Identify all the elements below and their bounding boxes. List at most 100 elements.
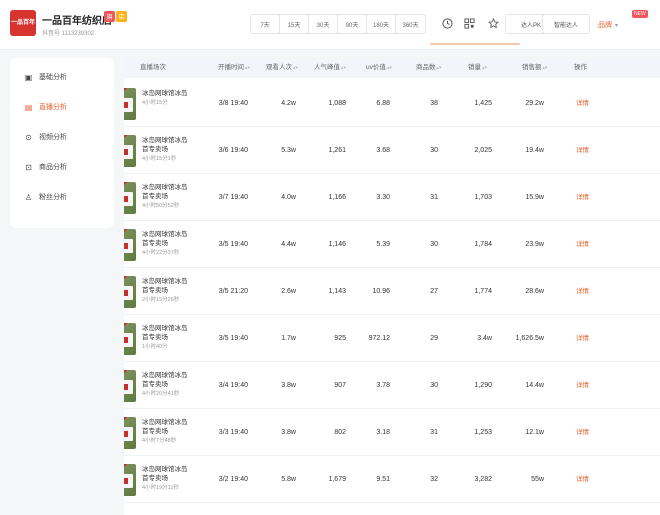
- range-7d-button[interactable]: 7天: [251, 15, 280, 33]
- live-title-cell[interactable]: 冰岛网球馆冰岛 4小时15分: [142, 89, 218, 108]
- live-title-cell[interactable]: 冰岛网球馆冰岛 首专卖场 2小时15分26秒: [142, 277, 218, 305]
- detail-link[interactable]: 详情: [576, 315, 589, 362]
- revenue-cell: 23.9w: [525, 241, 544, 248]
- sales-cell: 1,703: [474, 194, 492, 201]
- live-title-cell[interactable]: 冰岛网球馆冰岛 首专卖场 4小时20分41秒: [142, 371, 218, 399]
- popularity-cell: 1,679: [328, 476, 346, 483]
- popularity-cell: 907: [334, 382, 346, 389]
- sort-icon: ▴▾: [482, 65, 488, 71]
- live-title: 冰岛网球馆冰岛: [142, 466, 188, 473]
- col-title-header: 直播场次: [140, 64, 166, 71]
- table-row: 冰岛网球馆冰岛 首专卖场 4小时19分11秒 3/2 19:40 5.8w 1,679 9.…: [124, 456, 660, 503]
- active-indicator: [430, 43, 520, 45]
- sidebar-item-live-analysis[interactable]: ▤ 直播分析: [10, 96, 114, 118]
- range-90d-button[interactable]: 90天: [338, 15, 367, 33]
- sales-cell: 1,290: [474, 382, 492, 389]
- sidebar: ▣ 基础分析 ▤ 直播分析 ⊙ 视频分析 ⊡ 商品分析 ♙ 粉丝分析: [10, 58, 114, 228]
- revenue-cell: 55w: [531, 476, 544, 483]
- live-title-line2: 首专卖场: [142, 475, 168, 482]
- live-title-cell[interactable]: 冰岛网球馆冰岛 首专卖场 4小时15分1秒: [142, 136, 218, 164]
- revenue-cell: 15.9w: [525, 194, 544, 201]
- products-cell: 27: [430, 288, 438, 295]
- detail-link[interactable]: 详情: [576, 362, 589, 409]
- live-duration: 4小时50分52秒: [142, 203, 180, 209]
- col-uv-header[interactable]: uv价值▴▾: [366, 58, 392, 78]
- shop-logo[interactable]: 一品百年: [10, 10, 36, 36]
- sidebar-item-label: 视频分析: [39, 134, 67, 141]
- col-action-header: 操作: [574, 64, 587, 71]
- table-row: 冰岛网球馆冰岛 首专卖场 4小时7分48秒 3/3 19:40 3.8w 802 3.18 3…: [124, 409, 660, 456]
- detail-link[interactable]: 详情: [576, 409, 589, 456]
- revenue-cell: 29.2w: [525, 100, 544, 107]
- live-title-cell[interactable]: 冰岛网球馆冰岛 首专卖场 4小时19分11秒: [142, 465, 218, 493]
- live-title: 冰岛网球馆冰岛: [142, 231, 188, 238]
- start-time-cell: 3/5 21:20: [218, 288, 248, 295]
- start-time-cell: 3/5 19:40: [218, 241, 248, 248]
- dashboard-icon: ▣: [24, 72, 33, 82]
- flagship-badge: 旗: [104, 11, 115, 22]
- table-row: 冰岛网球馆冰岛 首专卖场 4小时15分1秒 3/6 19:40 5.3w 1,261 3.6…: [124, 127, 660, 174]
- clock-icon[interactable]: [441, 17, 453, 29]
- live-title-cell[interactable]: 冰岛网球馆冰岛 首专卖场 1小时40分: [142, 324, 218, 352]
- sales-cell: 2,025: [474, 147, 492, 154]
- detail-link[interactable]: 详情: [576, 127, 589, 174]
- detail-link[interactable]: 详情: [576, 174, 589, 221]
- shop-id: 抖音号 1113239302: [42, 31, 95, 37]
- sidebar-item-fan-analysis[interactable]: ♙ 粉丝分析: [10, 186, 114, 208]
- uv-value-cell: 9.51: [376, 476, 390, 483]
- sort-icon: ▴▾: [386, 65, 392, 71]
- popularity-cell: 802: [334, 429, 346, 436]
- sidebar-item-label: 基础分析: [39, 74, 67, 81]
- col-popularity-header[interactable]: 人气峰值▴▾: [314, 58, 346, 78]
- range-180d-button[interactable]: 180天: [367, 15, 396, 33]
- col-start-header[interactable]: 开播时间▴▾: [218, 58, 250, 78]
- popularity-cell: 1,088: [328, 100, 346, 107]
- viewers-cell: 4.2w: [281, 100, 296, 107]
- col-revenue-header[interactable]: 销售额▴▾: [522, 58, 548, 78]
- live-title-line2: 首专卖场: [142, 193, 168, 200]
- range-30d-button[interactable]: 30天: [309, 15, 338, 33]
- col-sales-header[interactable]: 销量▴▾: [468, 58, 487, 78]
- uv-value-cell: 10.96: [372, 288, 390, 295]
- viewers-cell: 5.3w: [281, 147, 296, 154]
- live-title-cell[interactable]: 冰岛网球馆冰岛 首专卖场 4小时22分37秒: [142, 230, 218, 258]
- viewers-cell: 3.8w: [281, 429, 296, 436]
- detail-link[interactable]: 详情: [576, 80, 589, 127]
- live-title-line2: 首专卖场: [142, 240, 168, 247]
- col-products-header[interactable]: 商品数▴▾: [416, 58, 442, 78]
- live-title: 冰岛网球馆冰岛: [142, 90, 188, 97]
- table-row: 冰岛网球馆冰岛 首专卖场 4小时20分41秒 3/4 19:40 3.8w 907 3.78…: [124, 362, 660, 409]
- shop-name[interactable]: 一品百年纺织店: [42, 12, 112, 27]
- col-viewers-header[interactable]: 观看人次▴▾: [266, 58, 298, 78]
- live-title-line2: 首专卖场: [142, 381, 168, 388]
- user-label: 品牌: [598, 22, 612, 29]
- live-duration: 4小时19分11秒: [142, 485, 179, 491]
- products-cell: 30: [430, 147, 438, 154]
- user-menu[interactable]: 品牌 ▾: [598, 15, 648, 35]
- sales-cell: 1,774: [474, 288, 492, 295]
- star-icon[interactable]: [487, 17, 499, 29]
- live-title-cell[interactable]: 冰岛网球馆冰岛 首专卖场 4小时7分48秒: [142, 418, 218, 446]
- table-row: 冰岛网球馆冰岛 首专卖场 4小时50分52秒 3/7 19:40 4.0w 1,166 3.…: [124, 174, 660, 221]
- top-bar: 一品百年 一品百年纺织店 旗 店 抖音号 1113239302 7天 15天 3…: [0, 0, 660, 50]
- live-title-line2: 首专卖场: [142, 334, 168, 341]
- sidebar-item-product-analysis[interactable]: ⊡ 商品分析: [10, 156, 114, 178]
- sidebar-item-basic-analysis[interactable]: ▣ 基础分析: [10, 66, 114, 88]
- uv-value-cell: 5.39: [376, 241, 390, 248]
- qrcode-icon[interactable]: [463, 17, 475, 29]
- uv-value-cell: 3.78: [376, 382, 390, 389]
- products-cell: 38: [430, 100, 438, 107]
- range-15d-button[interactable]: 15天: [280, 15, 309, 33]
- sort-icon: ▴▾: [341, 65, 347, 71]
- start-time-cell: 3/4 19:40: [218, 382, 248, 389]
- range-360d-button[interactable]: 360天: [396, 15, 425, 33]
- detail-link[interactable]: 详情: [576, 268, 589, 315]
- sidebar-item-video-analysis[interactable]: ⊙ 视频分析: [10, 126, 114, 148]
- products-cell: 32: [430, 476, 438, 483]
- detail-link[interactable]: 详情: [576, 221, 589, 268]
- sort-icon: ▴▾: [542, 65, 548, 71]
- detail-link[interactable]: 详情: [576, 456, 589, 503]
- sales-cell: 1,784: [474, 241, 492, 248]
- live-title-cell[interactable]: 冰岛网球馆冰岛 首专卖场 4小时50分52秒: [142, 183, 218, 211]
- smart-talent-button[interactable]: 智能达人: [542, 14, 590, 34]
